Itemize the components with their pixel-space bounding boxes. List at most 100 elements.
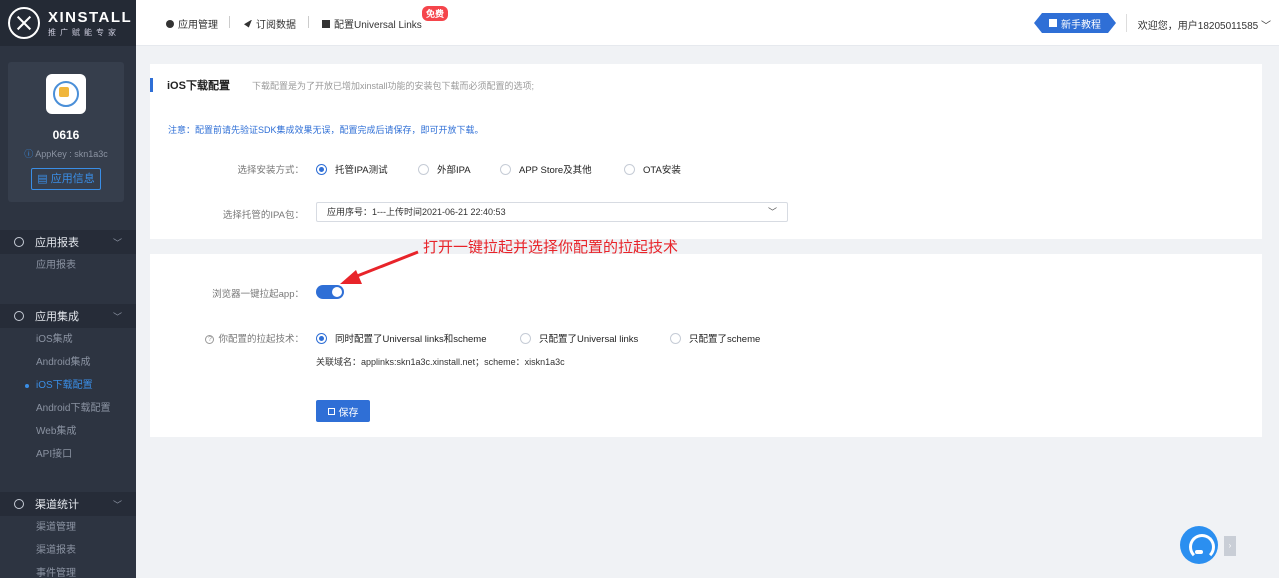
app-info-button[interactable]: ▤ 应用信息 xyxy=(31,168,101,190)
annotation-arrow-icon xyxy=(340,250,419,284)
radio-label: 只配置了Universal links xyxy=(539,334,639,345)
sidebar-item-web-integration[interactable]: Web集成 xyxy=(0,420,136,443)
chevron-down-icon: ﹀ xyxy=(1261,21,1271,32)
install-method-label: 选择安装方式： xyxy=(237,165,304,176)
guide-label: 新手教程 xyxy=(1061,19,1101,31)
nav-head-app-reports[interactable]: 应用报表 ﹀ xyxy=(0,230,136,254)
nav-group-channels: 渠道统计 ﹀ 渠道管理 渠道报表 事件管理 xyxy=(0,492,136,578)
app-icon xyxy=(46,74,86,114)
radio-universal-links-only[interactable]: 只配置了Universal links xyxy=(520,331,638,345)
nav-head-channel-stats[interactable]: 渠道统计 ﹀ xyxy=(0,492,136,516)
chevron-down-icon: ﹀ xyxy=(112,499,122,510)
chevron-down-icon: ﹀ xyxy=(112,311,122,322)
radio-dot xyxy=(316,332,327,344)
book-icon xyxy=(1049,19,1057,27)
nav-label: 配置Universal Links xyxy=(334,20,422,31)
guide-button[interactable]: 新手教程 xyxy=(1034,13,1116,33)
nav-head-label: 渠道统计 xyxy=(35,499,79,511)
cube-icon xyxy=(14,311,24,321)
brand-logo[interactable]: XINSTALL 推广赋能专家 xyxy=(0,0,136,46)
associated-domain-text: 关联域名：applinks:skn1a3c.xinstall.net；schem… xyxy=(316,357,565,367)
sidebar-item-android-download-config[interactable]: Android下载配置 xyxy=(0,397,136,420)
radio-dot xyxy=(520,332,531,344)
welcome-text: 欢迎您，用户18205011585 xyxy=(1137,21,1259,32)
sidebar-item-app-reports[interactable]: 应用报表 xyxy=(0,254,136,277)
one-click-launch-toggle[interactable] xyxy=(316,285,344,299)
sidebar-item-channel-reports[interactable]: 渠道报表 xyxy=(0,539,136,562)
nav-app-manage[interactable]: 应用管理 xyxy=(166,16,218,31)
app-key: ⓘ AppKey : skn1a3c xyxy=(8,147,124,160)
section-header: iOS下载配置 下载配置是为了开放已增加xinstall功能的安装包下载而必须配… xyxy=(150,78,534,92)
ipa-select-value: 应用序号：1---上传时间2021-06-21 22:40:53 xyxy=(327,207,506,217)
top-bar: 应用管理 订阅数据 配置Universal Links 免费 新手教程 欢迎您，… xyxy=(136,0,1279,46)
launch-config-panel: 打开一键拉起并选择你配置的拉起技术 浏览器一键拉起app： ? 你配置的拉起技术：… xyxy=(150,238,1262,437)
sidebar-item-api[interactable]: API接口 xyxy=(0,443,136,466)
chevron-right-icon[interactable]: › xyxy=(1224,536,1236,556)
radio-label: 只配置了scheme xyxy=(689,334,761,345)
nav-universal-links[interactable]: 配置Universal Links xyxy=(322,16,422,31)
free-badge: 免费 xyxy=(422,6,449,21)
divider xyxy=(1126,14,1127,32)
annotation-text: 打开一键拉起并选择你配置的拉起技术 xyxy=(423,238,679,256)
nav-head-label: 应用报表 xyxy=(35,237,79,249)
nav-head-label: 应用集成 xyxy=(35,311,79,323)
launch-tech-label-text: 你配置的拉起技术： xyxy=(218,334,304,345)
radio-label: 同时配置了Universal links和scheme xyxy=(335,334,487,345)
save-button[interactable]: 保存 xyxy=(316,400,370,422)
radio-scheme-only[interactable]: 只配置了scheme xyxy=(670,331,760,345)
radio-dot xyxy=(316,163,327,175)
sidebar-item-ios-integration[interactable]: iOS集成 xyxy=(0,328,136,351)
radio-external-ipa[interactable]: 外部IPA xyxy=(418,162,471,176)
radio-label: 托管IPA测试 xyxy=(335,165,388,176)
sidebar-item-android-integration[interactable]: Android集成 xyxy=(0,351,136,374)
appkey-label: AppKey : xyxy=(35,149,72,159)
nav-group-reports: 应用报表 ﹀ 应用报表 xyxy=(0,230,136,277)
question-icon[interactable]: ? xyxy=(205,334,215,344)
ipa-select-label: 选择托管的IPA包： xyxy=(222,210,304,221)
brand-title: XINSTALL xyxy=(48,8,133,26)
notice-text: 注意：配置前请先验证SDK集成效果无误，配置完成后请保存，即可开放下载。 xyxy=(168,125,484,135)
app-manage-icon xyxy=(166,19,174,28)
nav-head-app-integration[interactable]: 应用集成 ﹀ xyxy=(0,304,136,328)
page-title: iOS下载配置 xyxy=(167,80,230,92)
title-accent-bar xyxy=(150,78,153,92)
customer-support-icon[interactable] xyxy=(1180,526,1218,564)
user-menu[interactable]: 欢迎您，用户18205011585 ﹀ xyxy=(1138,17,1271,32)
radio-label: APP Store及其他 xyxy=(519,165,592,176)
download-config-panel: iOS下载配置 下载配置是为了开放已增加xinstall功能的安装包下载而必须配… xyxy=(150,64,1262,239)
pie-chart-icon xyxy=(14,237,24,247)
radio-dot xyxy=(500,163,511,175)
share-icon xyxy=(14,499,24,509)
chevron-down-icon: ﹀ xyxy=(767,207,777,217)
send-icon xyxy=(244,19,252,28)
briefcase-icon xyxy=(322,19,330,28)
document-icon: ▤ xyxy=(37,173,48,185)
nav-subscription-data[interactable]: 订阅数据 xyxy=(244,16,296,31)
divider xyxy=(308,16,309,28)
radio-both-links-scheme[interactable]: 同时配置了Universal links和scheme xyxy=(316,331,487,345)
save-icon xyxy=(327,407,335,415)
sidebar-item-channel-manage[interactable]: 渠道管理 xyxy=(0,516,136,539)
sidebar-item-event-manage[interactable]: 事件管理 xyxy=(0,562,136,578)
brand-subtitle: 推广赋能专家 xyxy=(48,27,120,37)
one-click-launch-label: 浏览器一键拉起app： xyxy=(212,289,304,300)
appkey-value: skn1a3c xyxy=(74,149,108,159)
radio-dot xyxy=(418,163,429,175)
radio-hosted-ipa[interactable]: 托管IPA测试 xyxy=(316,162,388,176)
radio-ota[interactable]: OTA安装 xyxy=(624,162,681,176)
sidebar-item-ios-download-config[interactable]: iOS下载配置 xyxy=(0,374,136,397)
app-name: 0616 xyxy=(52,128,80,142)
divider xyxy=(229,16,230,28)
nav-group-integration: 应用集成 ﹀ iOS集成 Android集成 iOS下载配置 Android下载… xyxy=(0,304,136,466)
radio-app-store[interactable]: APP Store及其他 xyxy=(500,162,592,176)
radio-label: 外部IPA xyxy=(437,165,471,176)
ipa-package-select[interactable]: 应用序号：1---上传时间2021-06-21 22:40:53 ﹀ xyxy=(316,202,788,222)
info-icon: ⓘ xyxy=(24,149,34,159)
section-description: 下载配置是为了开放已增加xinstall功能的安装包下载而必须配置的选项; xyxy=(251,80,534,91)
app-card: 0616 ⓘ AppKey : skn1a3c ▤ 应用信息 xyxy=(8,62,124,202)
launch-tech-label: ? 你配置的拉起技术： xyxy=(154,331,304,345)
xinstall-logo-icon xyxy=(8,7,40,39)
chevron-down-icon: ﹀ xyxy=(112,237,122,248)
sidebar: XINSTALL 推广赋能专家 0616 ⓘ AppKey : skn1a3c … xyxy=(0,0,136,578)
radio-label: OTA安装 xyxy=(643,165,681,176)
